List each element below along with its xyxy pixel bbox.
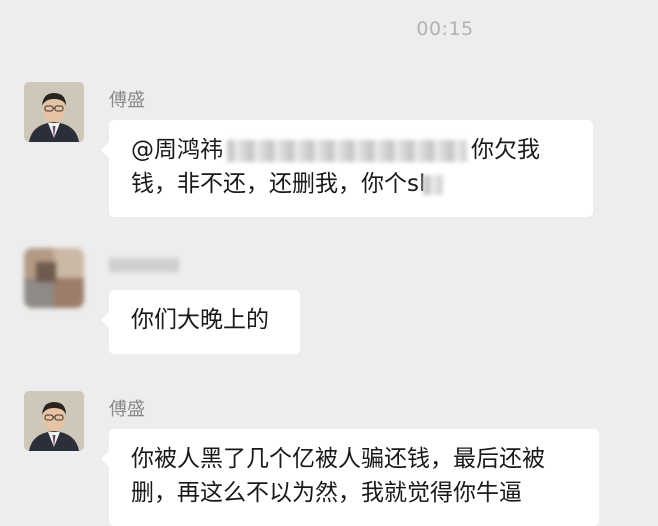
sender-avatar[interactable] xyxy=(24,82,84,142)
blurred-avatar-icon xyxy=(24,248,84,308)
message-line-2: 删，再这么不以为然，我就觉得你牛逼 xyxy=(131,480,522,506)
redacted-text xyxy=(423,174,444,195)
message-line-1: 你们大晚上的 xyxy=(131,307,269,333)
message-bubble[interactable]: 你被人黑了几个亿被人骗还钱，最后还被 删，再这么不以为然，我就觉得你牛逼 xyxy=(101,429,599,526)
person-portrait-icon xyxy=(24,82,84,142)
mention-text: @周鸿祎 xyxy=(131,137,223,163)
redacted-text xyxy=(227,139,467,162)
sender-name: 傅盛 xyxy=(109,399,145,420)
message-text: 你欠我 xyxy=(471,137,540,163)
message-text: 钱，非不还，还删我，你个sl xyxy=(131,171,426,197)
message-line-1: 你被人黑了几个亿被人骗还钱，最后还被 xyxy=(131,446,545,472)
sender-avatar-blurred[interactable] xyxy=(24,248,84,308)
sender-avatar[interactable] xyxy=(24,391,84,451)
message-bubble[interactable]: 你们大晚上的 xyxy=(101,290,300,354)
sender-name-redacted xyxy=(109,258,179,272)
message-timestamp: 00:15 xyxy=(416,18,474,40)
message-line-2: 钱，非不还，还删我，你个sl xyxy=(131,167,571,201)
sender-name: 傅盛 xyxy=(109,90,145,111)
message-line-1: @周鸿祎 你欠我 xyxy=(131,133,571,167)
message-bubble[interactable]: @周鸿祎 你欠我 钱，非不还，还删我，你个sl xyxy=(101,120,593,217)
person-portrait-icon xyxy=(24,391,84,451)
